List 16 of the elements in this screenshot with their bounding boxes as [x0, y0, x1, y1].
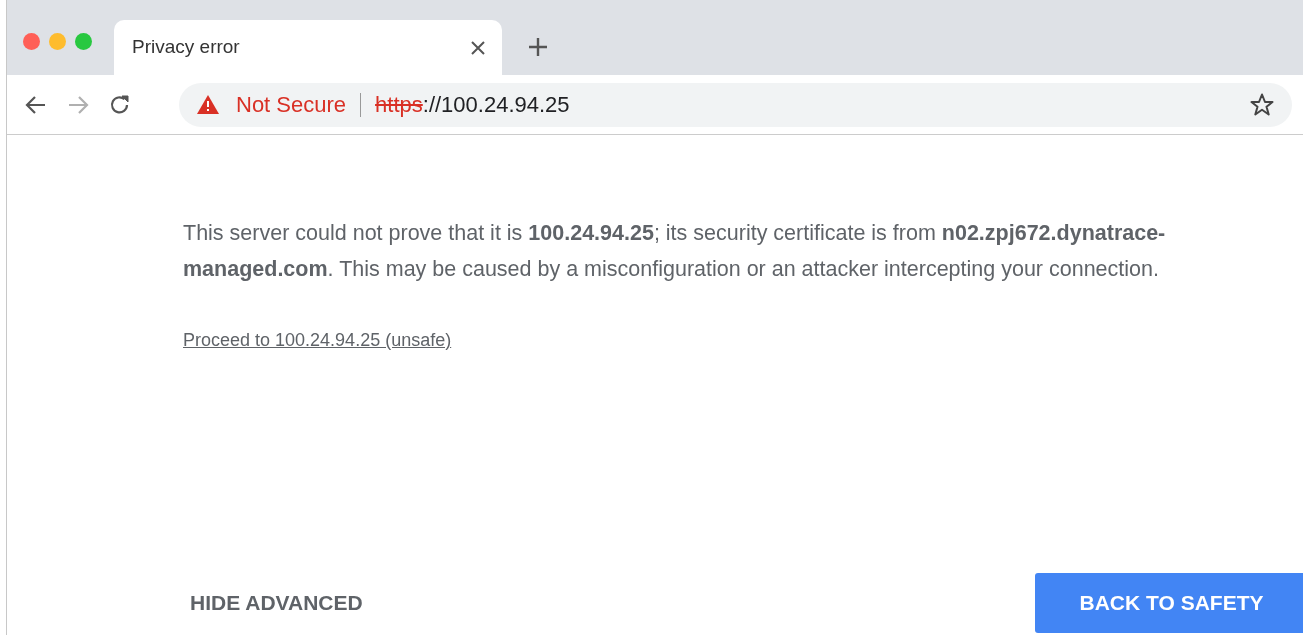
tab-title: Privacy error	[132, 35, 241, 60]
warning-icon	[197, 95, 219, 114]
address-bar[interactable]: Not Secure https://100.24.94.25	[179, 82, 1292, 127]
url-scheme: https	[375, 91, 423, 119]
security-label[interactable]: Not Secure	[236, 88, 347, 121]
star-icon[interactable]	[1250, 93, 1274, 116]
url-text[interactable]: ://100.24.94.25	[422, 88, 570, 121]
browser-tab[interactable]: Privacy error	[114, 20, 502, 75]
close-tab-icon[interactable]	[470, 39, 486, 56]
back-to-safety-button[interactable]: BACK TO SAFETY	[1035, 573, 1303, 633]
error-message: This server could not prove that it is 100.24.94.25; its security certificate is from n02.zpj672.dynatrace-managed.com. This may be caused by a misconfiguration or an attacker intercepting your connection.	[183, 220, 1167, 283]
back-icon[interactable]	[25, 93, 47, 116]
proceed-link[interactable]: Proceed to 100.24.94.25 (unsafe)	[183, 327, 452, 354]
new-tab-icon[interactable]	[528, 36, 548, 57]
reload-icon[interactable]	[109, 93, 131, 116]
hide-advanced-button[interactable]: HIDE ADVANCED	[183, 575, 363, 631]
